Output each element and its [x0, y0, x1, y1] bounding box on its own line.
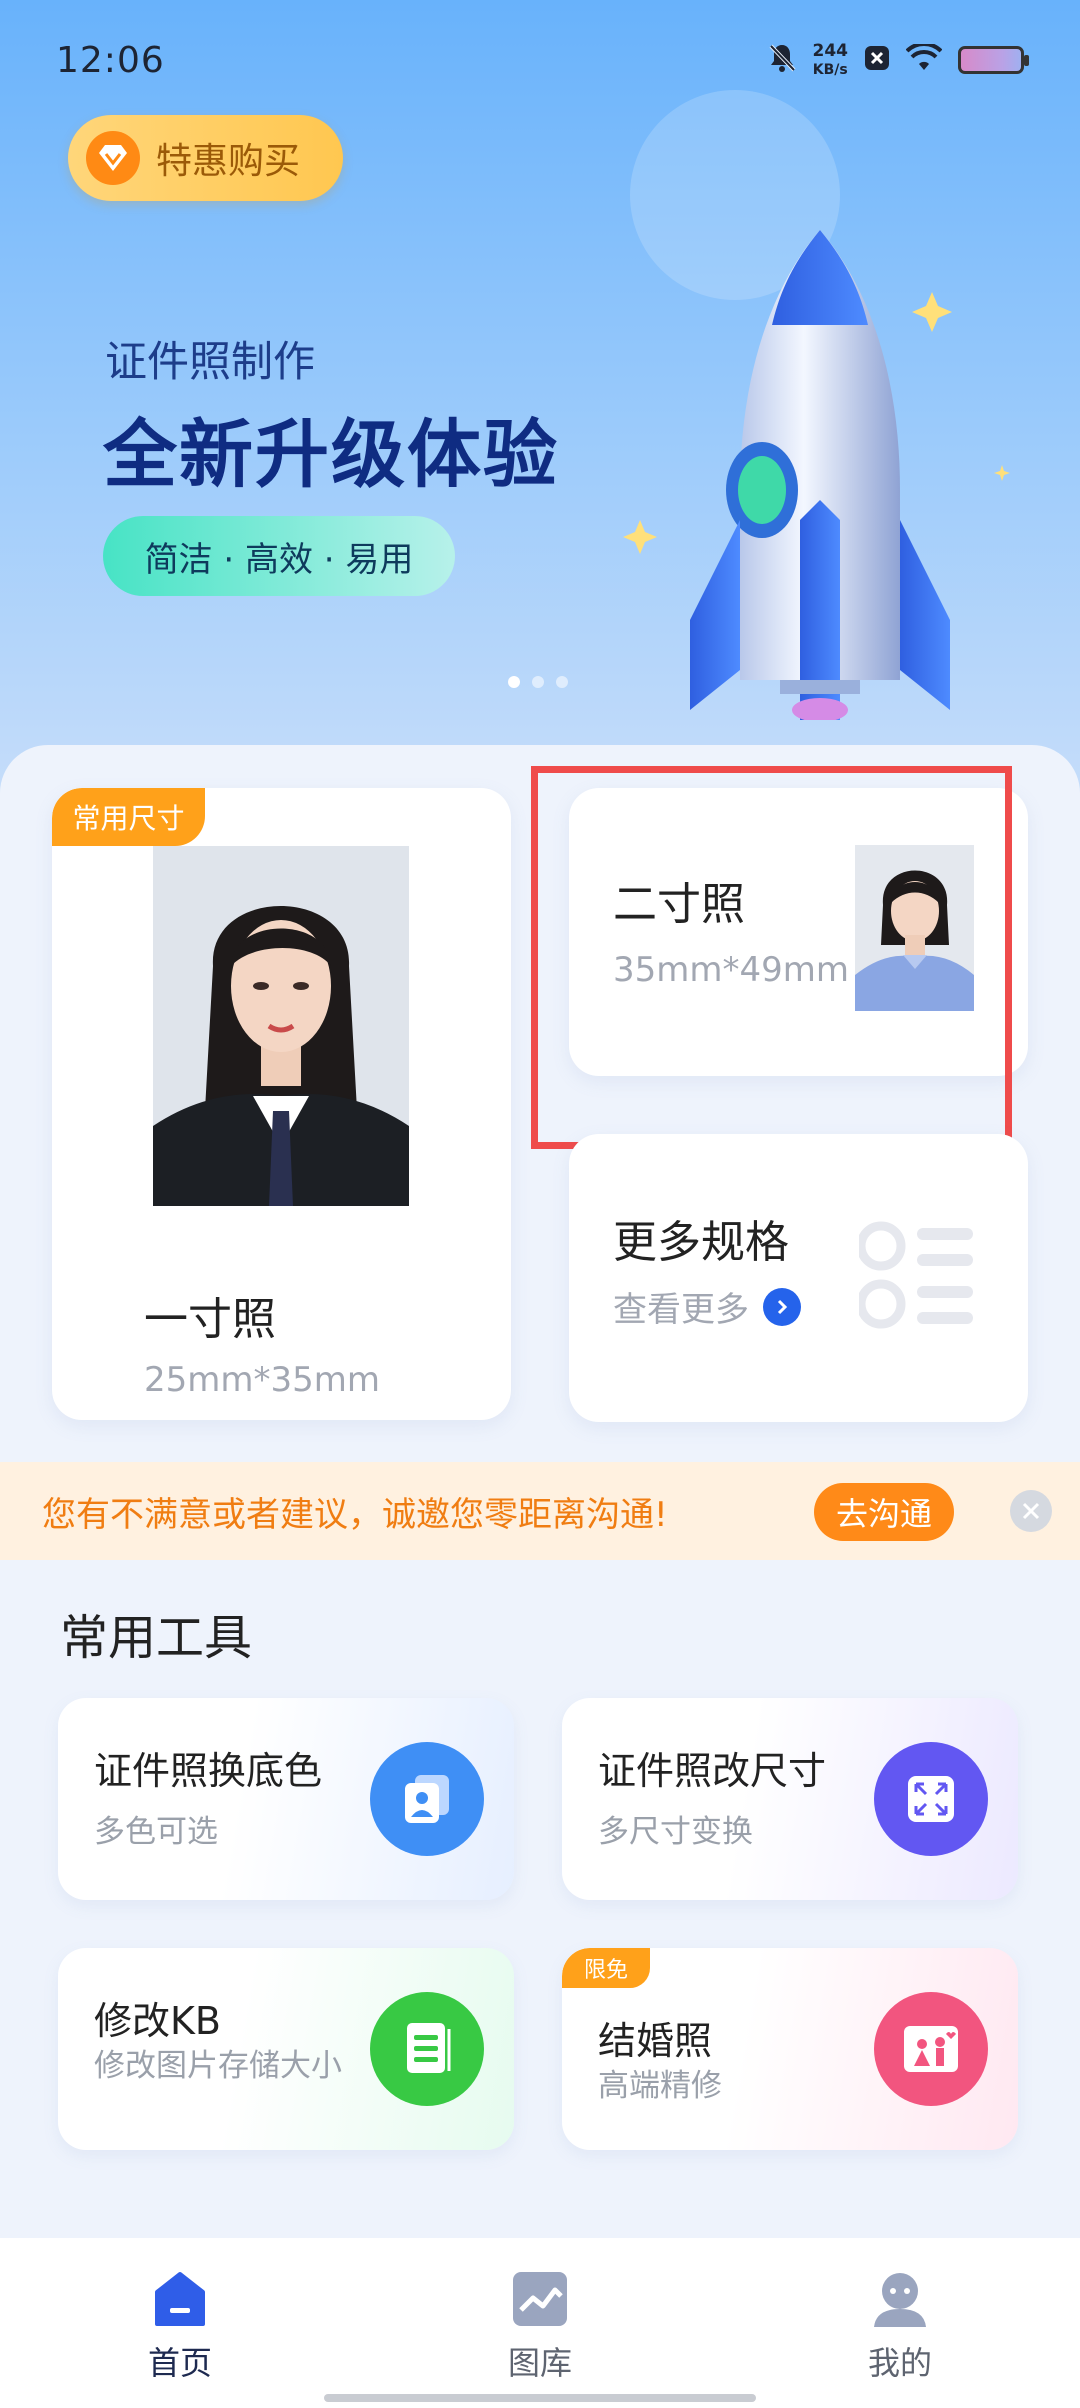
diamond-icon	[86, 131, 140, 185]
bottom-navigation: 首页 图库 我的	[0, 2238, 1080, 2408]
list-icon	[859, 1221, 973, 1329]
carousel-dot-active	[508, 676, 520, 688]
close-icon[interactable]	[1010, 1490, 1052, 1532]
carousel-dot	[556, 676, 568, 688]
carousel-indicator	[508, 676, 568, 688]
tool-subtitle: 多色可选	[94, 1814, 218, 1850]
one-inch-photo-card[interactable]: 常用尺寸 一寸照 25mm*35mm	[52, 788, 511, 1420]
net-speed-unit: KB/s	[812, 61, 848, 78]
chevron-right-icon	[763, 1287, 801, 1326]
tools-heading: 常用工具	[60, 1610, 253, 1666]
nav-profile-label: 我的	[867, 2344, 932, 2382]
tool-wedding-photo[interactable]: 限免 结婚照 高端精修	[562, 1948, 1018, 2150]
notice-text: 您有不满意或者建议，诚邀您零距离沟通!	[42, 1494, 668, 1535]
view-more-link[interactable]: 查看更多	[613, 1282, 801, 1331]
nav-home[interactable]: 首页	[0, 2238, 360, 2408]
tool-title: 修改KB	[94, 1999, 221, 2043]
tool-title: 结婚照	[598, 2019, 713, 2063]
tool-change-kb[interactable]: 修改KB 修改图片存储大小	[58, 1948, 514, 2150]
background-color-icon	[370, 1742, 484, 1856]
net-speed: 244 KB/s	[813, 42, 849, 79]
mute-icon	[767, 42, 797, 78]
wifi-icon	[905, 41, 943, 76]
one-inch-size: 25mm*35mm	[144, 1360, 381, 1400]
free-badge: 限免	[562, 1948, 650, 1988]
status-icons: 244 KB/s	[767, 41, 1029, 79]
nav-gallery-label: 图库	[507, 2344, 572, 2382]
view-more-label: 查看更多	[613, 1290, 749, 1330]
hero-title: 全新升级体验	[103, 412, 559, 498]
one-inch-sample-photo	[153, 846, 409, 1206]
tool-subtitle: 高端精修	[598, 2068, 722, 2104]
common-size-badge: 常用尺寸	[52, 788, 205, 846]
file-size-icon	[370, 1992, 484, 2106]
status-time: 12:06	[56, 39, 165, 81]
tool-change-size[interactable]: 证件照改尺寸 多尺寸变换	[562, 1698, 1018, 1900]
hero-subtitle: 证件照制作	[105, 337, 316, 386]
promo-button[interactable]: 特惠购买	[68, 115, 343, 201]
feedback-notice-bar: 您有不满意或者建议，诚邀您零距离沟通! 去沟通	[0, 1462, 1080, 1560]
wedding-photo-icon	[874, 1992, 988, 2106]
resize-icon	[874, 1742, 988, 1856]
tool-subtitle: 修改图片存储大小	[94, 2048, 342, 2084]
gallery-icon	[509, 2268, 571, 2330]
tool-title: 证件照改尺寸	[598, 1749, 827, 1793]
battery-icon	[958, 46, 1029, 74]
net-speed-value: 244	[812, 40, 849, 61]
more-specs-title: 更多规格	[613, 1217, 789, 1268]
app-notification-icon	[864, 45, 890, 75]
rocket-illustration	[623, 230, 1010, 720]
hero-tagline: 简洁 · 高效 · 易用	[103, 516, 455, 596]
nav-profile[interactable]: 我的	[720, 2238, 1080, 2408]
one-inch-title: 一寸照	[144, 1294, 276, 1345]
hero-banner[interactable]: 12:06 244 KB/s 特惠购买 证件照制作 全新升级体验 简洁 · 高效…	[0, 0, 1080, 800]
highlight-annotation-box	[531, 766, 1012, 1149]
home-icon	[149, 2268, 211, 2330]
nav-home-label: 首页	[147, 2344, 212, 2382]
profile-icon	[869, 2268, 931, 2330]
more-specs-card[interactable]: 更多规格 查看更多	[569, 1134, 1028, 1422]
contact-button[interactable]: 去沟通	[814, 1483, 954, 1541]
tool-title: 证件照换底色	[94, 1749, 323, 1793]
tool-subtitle: 多尺寸变换	[598, 1814, 753, 1850]
promo-label: 特惠购买	[156, 141, 301, 182]
carousel-dot	[532, 676, 544, 688]
nav-gallery[interactable]: 图库	[360, 2238, 720, 2408]
home-indicator	[324, 2394, 756, 2402]
tool-change-background[interactable]: 证件照换底色 多色可选	[58, 1698, 514, 1900]
status-bar: 12:06 244 KB/s	[0, 0, 1080, 120]
